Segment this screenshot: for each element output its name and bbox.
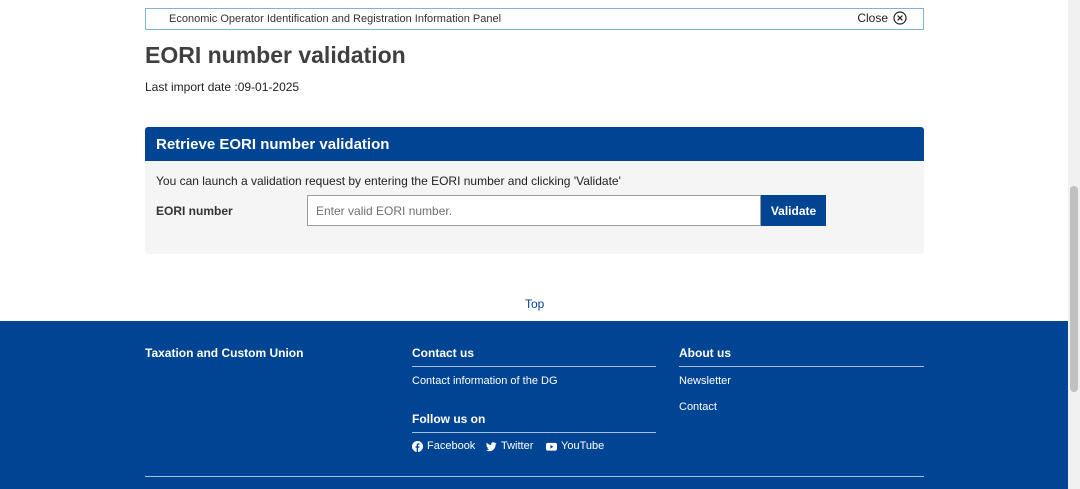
footer-heading-follow: Follow us on (412, 412, 486, 426)
twitter-icon (486, 441, 497, 451)
scrollbar-thumb[interactable] (1070, 186, 1078, 392)
info-panel-text: Economic Operator Identification and Reg… (169, 13, 502, 25)
social-link-facebook[interactable]: Facebook (412, 440, 475, 452)
footer-link-contact-dg[interactable]: Contact information of the DG (412, 375, 558, 387)
footer-link-newsletter[interactable]: Newsletter (679, 375, 731, 387)
footer-heading-about: About us (679, 346, 731, 360)
footer-link-contact[interactable]: Contact (679, 401, 717, 413)
social-link-youtube[interactable]: YouTube (546, 440, 604, 452)
card-header: Retrieve EORI number validation (145, 127, 924, 161)
close-label: Close (857, 11, 888, 25)
last-import-date: Last import date :09-01-2025 (145, 80, 300, 94)
facebook-icon (412, 440, 423, 452)
scrollbar[interactable] (1068, 0, 1080, 489)
social-link-twitter[interactable]: Twitter (486, 440, 533, 452)
close-button[interactable]: Close (857, 11, 907, 25)
page: Economic Operator Identification and Reg… (0, 0, 1068, 489)
page-title: EORI number validation (145, 42, 406, 68)
footer-bottom-divider (145, 476, 924, 477)
top-link[interactable]: Top (525, 297, 544, 311)
footer-divider (679, 366, 924, 367)
close-icon (893, 11, 907, 25)
footer: Taxation and Custom Union Contact us Con… (0, 321, 1068, 489)
footer-heading-taxation: Taxation and Custom Union (145, 346, 304, 360)
social-label-facebook: Facebook (427, 440, 476, 452)
eori-number-input[interactable] (307, 195, 761, 226)
youtube-icon (546, 442, 557, 451)
social-label-twitter: Twitter (501, 440, 534, 452)
info-panel: Economic Operator Identification and Reg… (145, 8, 924, 30)
footer-divider (412, 366, 656, 367)
card-description: You can launch a validation request by e… (156, 174, 621, 188)
footer-divider (412, 432, 656, 433)
validation-card: Retrieve EORI number validation You can … (145, 127, 924, 254)
validate-button[interactable]: Validate (761, 195, 826, 226)
social-label-youtube: YouTube (561, 440, 605, 452)
footer-heading-contact: Contact us (412, 346, 475, 360)
eori-number-label: EORI number (156, 204, 233, 218)
card-title: Retrieve EORI number validation (156, 135, 390, 153)
